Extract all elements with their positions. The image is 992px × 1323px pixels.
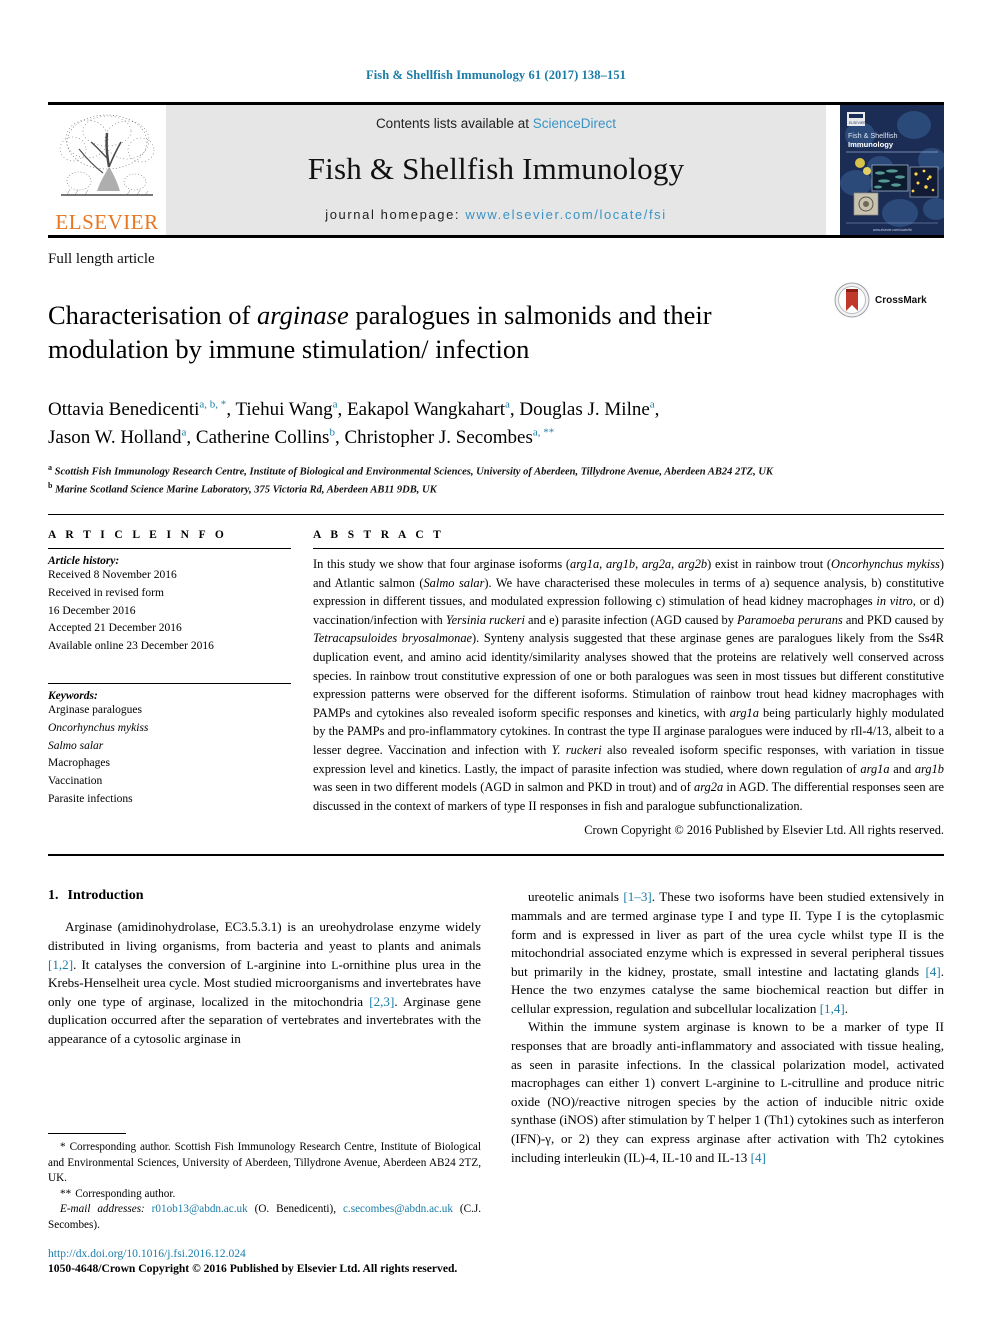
svg-text:www.elsevier.com/locate/fsi: www.elsevier.com/locate/fsi	[873, 228, 912, 232]
journal-homepage-link[interactable]: www.elsevier.com/locate/fsi	[465, 207, 666, 222]
journal-title: Fish & Shellfish Immunology	[307, 151, 685, 186]
footnote-marker: *	[60, 1141, 66, 1154]
paragraph: Arginase (amidinohydrolase, EC3.5.3.1) i…	[48, 919, 481, 1046]
body-top-rule	[48, 854, 944, 857]
article-type-label: Full length article	[48, 251, 155, 267]
keyword-list: Arginase paralogues Oncorhynchus mykiss …	[48, 702, 291, 809]
title-italic-term: arginase	[256, 299, 349, 330]
body-column-right: ureotelic animals [1–3]. These two isofo…	[511, 888, 944, 1167]
author-4: , Douglas J. Milne	[509, 399, 650, 421]
masthead-center-panel: Contents lists available at ScienceDirec…	[166, 105, 826, 235]
affiliation-a: a Scottish Fish Immunology Research Cent…	[48, 462, 944, 480]
abstract-rule	[313, 547, 944, 549]
elsevier-logo: ELSEVIER	[48, 105, 166, 235]
footnote-corresponding-author-1: * Corresponding author. Scottish Fish Imm…	[48, 1140, 481, 1186]
crossmark-label: CrossMark	[875, 294, 927, 306]
email-link-1[interactable]: r01ob13@abdn.ac.uk	[152, 1203, 248, 1215]
crossmark-icon	[834, 282, 870, 318]
history-item: Available online 23 December 2016	[48, 640, 214, 653]
author-7: , Christopher J. Secombes	[334, 426, 533, 448]
article-history-list: Received 8 November 2016 Received in rev…	[48, 567, 291, 656]
affiliation-a-marker: a	[48, 463, 52, 473]
article-info-heading: A R T I C L E I N F O	[48, 528, 228, 541]
article-history-label: Article history:	[48, 554, 120, 567]
elsevier-wordmark: ELSEVIER	[55, 210, 159, 234]
homepage-prefix: journal homepage:	[325, 207, 466, 222]
section-heading-introduction: 1. Introduction	[48, 888, 481, 904]
info-abstract-region: A R T I C L E I N F O Article history: R…	[48, 513, 944, 839]
footnote-rule	[48, 1133, 126, 1135]
abstract-heading: A B S T R A C T	[313, 528, 445, 541]
paragraph: Within the immune system arginase is kno…	[511, 1019, 945, 1165]
cover-image: ELSEVIER Fish & Shellfish Immunology www…	[840, 105, 944, 235]
article-info-column: A R T I C L E I N F O Article history: R…	[48, 529, 313, 839]
author-7-affil-marks[interactable]: a, **	[533, 427, 554, 439]
footnote-text: Corresponding author. Scottish Fish Immu…	[48, 1141, 481, 1185]
author-2: , Tiehui Wang	[226, 399, 333, 421]
history-item: Received in revised form	[48, 586, 164, 599]
keyword-item[interactable]: Oncorhynchus mykiss	[48, 720, 291, 738]
journal-article-page: Fish & Shellfish Immunology 61 (2017) 13…	[0, 0, 992, 1323]
keywords-rule	[48, 682, 291, 684]
contents-prefix: Contents lists available at	[375, 116, 533, 131]
author-4-comma: ,	[654, 399, 660, 421]
history-item: Accepted 21 December 2016	[48, 622, 182, 635]
affiliation-b: b Marine Scotland Science Marine Laborat…	[48, 480, 944, 498]
footnote-region: * Corresponding author. Scottish Fish Imm…	[48, 1133, 481, 1275]
sciencedirect-link[interactable]: ScienceDirect	[533, 116, 616, 131]
svg-text:Fish & Shellfish: Fish & Shellfish	[848, 131, 898, 140]
author-3: , Eakapol Wangkahart	[337, 399, 506, 421]
abstract-text: In this study we show that four arginase…	[313, 556, 945, 813]
journal-cover-thumbnail[interactable]: ELSEVIER Fish & Shellfish Immunology www…	[840, 105, 944, 235]
contents-lists-line: Contents lists available at ScienceDirec…	[376, 116, 616, 131]
footnote-marker: **	[60, 1187, 72, 1200]
section-number: 1.	[48, 888, 59, 904]
keyword-item[interactable]: Parasite infections	[48, 791, 291, 809]
crossmark-badge[interactable]: CrossMark	[834, 280, 944, 318]
author-1: Ottavia Benedicenti	[48, 399, 200, 421]
affiliation-b-text: Marine Scotland Science Marine Laborator…	[55, 484, 437, 496]
paragraph: ureotelic animals [1–3]. These two isofo…	[511, 889, 945, 1016]
footnote-corresponding-author-2: ** Corresponding author.	[48, 1187, 481, 1202]
author-6: , Catherine Collins	[186, 426, 330, 448]
journal-masthead: ELSEVIER Contents lists available at Sci…	[48, 102, 944, 235]
running-head: Fish & Shellfish Immunology 61 (2017) 13…	[365, 68, 627, 82]
abstract-column: A B S T R A C T In this study we show th…	[313, 529, 944, 839]
author-1-affil-marks[interactable]: a, b, *	[199, 399, 226, 411]
history-item: Received 8 November 2016	[48, 568, 177, 581]
keyword-item[interactable]: Salmo salar	[48, 738, 291, 756]
email-link-2[interactable]: c.secombes@abdn.ac.uk	[343, 1203, 453, 1215]
email-addresses-label: E-mail addresses:	[60, 1203, 145, 1216]
section-title-text: Introduction	[67, 888, 144, 904]
affiliation-b-marker: b	[48, 481, 53, 491]
issn-copyright-line: 1050-4648/Crown Copyright © 2016 Publish…	[48, 1262, 458, 1275]
svg-text:Immunology: Immunology	[848, 140, 894, 149]
svg-text:ELSEVIER: ELSEVIER	[849, 121, 866, 125]
footnote-emails: E-mail addresses: r01ob13@abdn.ac.uk (O.…	[48, 1203, 482, 1231]
author-list: Ottavia Benedicentia, b, *, Tiehui Wang a…	[48, 396, 944, 451]
email-owner-1: (O. Benedicenti)	[254, 1203, 334, 1216]
body-column-left: 1. Introduction Arginase (amidinohydrolas…	[48, 888, 481, 1167]
elsevier-tree-icon	[59, 114, 155, 196]
history-item: 16 December 2016	[48, 604, 136, 617]
keyword-item[interactable]: Vaccination	[48, 773, 291, 791]
author-5: Jason W. Holland	[48, 426, 182, 448]
keywords-label: Keywords:	[48, 689, 98, 702]
abstract-copyright: Crown Copyright © 2016 Published by Else…	[584, 823, 944, 838]
affiliation-list: a Scottish Fish Immunology Research Cent…	[48, 462, 944, 497]
title-part-1: Characterisation of	[48, 299, 257, 330]
journal-homepage-line: journal homepage: www.elsevier.com/locat…	[325, 207, 667, 222]
doi-link[interactable]: http://dx.doi.org/10.1016/j.fsi.2016.12.…	[48, 1247, 481, 1260]
title-block: Characterisation of arginase paralogues …	[48, 280, 944, 384]
affiliation-a-text: Scottish Fish Immunology Research Centre…	[54, 466, 773, 478]
footnote-text: Corresponding author.	[75, 1187, 176, 1200]
body-two-column-region: 1. Introduction Arginase (amidinohydrolas…	[48, 888, 944, 1167]
keyword-item[interactable]: Macrophages	[48, 755, 291, 773]
page-title: Characterisation of arginase paralogues …	[48, 298, 834, 367]
article-info-rule	[48, 547, 291, 549]
keyword-item[interactable]: Arginase paralogues	[48, 702, 291, 720]
masthead-bottom-rule	[48, 235, 944, 238]
